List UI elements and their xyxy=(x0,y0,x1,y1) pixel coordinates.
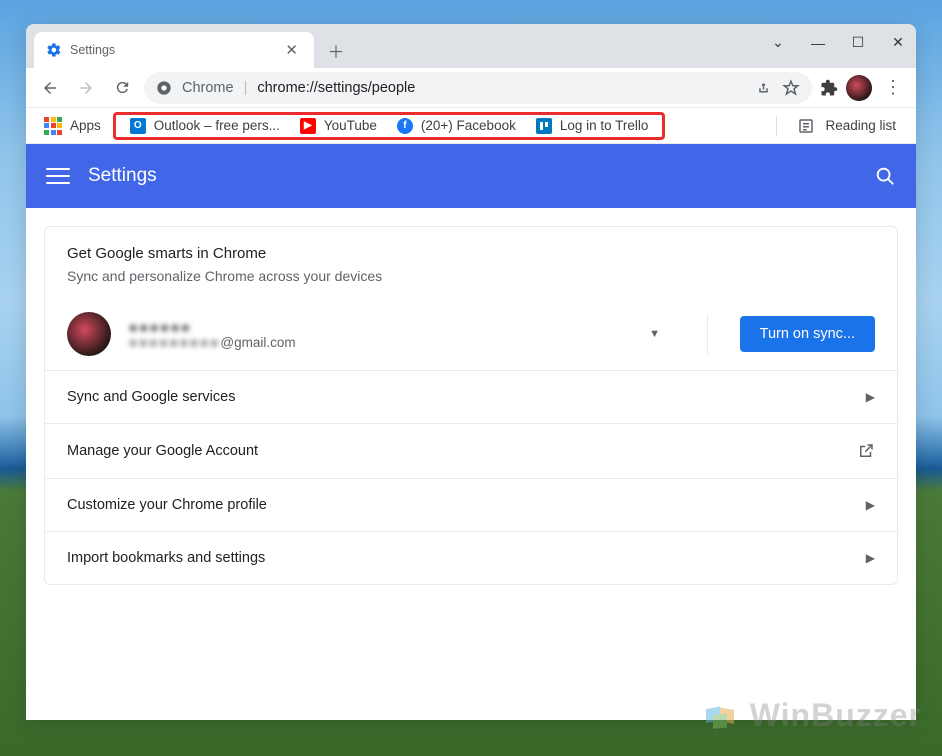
row-customize-profile[interactable]: Customize your Chrome profile ▶ xyxy=(45,479,897,532)
facebook-icon: f xyxy=(397,118,413,134)
reading-list-icon xyxy=(797,117,815,135)
bookmarks-highlight-box: O Outlook – free pers... ▶ YouTube f (20… xyxy=(113,112,666,140)
gear-icon xyxy=(46,42,62,58)
bookmark-facebook[interactable]: f (20+) Facebook xyxy=(387,116,526,136)
search-button[interactable] xyxy=(874,165,896,187)
avatar xyxy=(67,312,111,356)
share-icon[interactable] xyxy=(754,79,772,97)
browser-toolbar: Chrome | chrome://settings/people ⋮ xyxy=(26,68,916,108)
outlook-icon: O xyxy=(130,118,146,134)
apps-button[interactable]: Apps xyxy=(36,113,109,139)
minimize-button[interactable]: ― xyxy=(810,35,826,51)
watermark: WinBuzzer xyxy=(700,694,922,736)
bookmark-outlook[interactable]: O Outlook – free pers... xyxy=(120,116,290,136)
apps-icon xyxy=(44,117,62,135)
chevron-right-icon: ▶ xyxy=(866,390,875,404)
address-bar[interactable]: Chrome | chrome://settings/people xyxy=(144,72,812,104)
back-button[interactable] xyxy=(36,74,64,102)
card-heading: Get Google smarts in Chrome xyxy=(67,245,875,262)
external-link-icon xyxy=(857,442,875,460)
trello-icon xyxy=(536,118,552,134)
chevron-down-icon[interactable]: ⌄ xyxy=(770,34,786,51)
bookmark-trello[interactable]: Log in to Trello xyxy=(526,116,659,136)
maximize-button[interactable]: ☐ xyxy=(850,34,866,51)
profile-avatar-button[interactable] xyxy=(846,75,872,101)
row-import-bookmarks[interactable]: Import bookmarks and settings ▶ xyxy=(45,532,897,584)
url-app-label: Chrome xyxy=(182,80,234,96)
row-manage-account[interactable]: Manage your Google Account xyxy=(45,424,897,479)
reload-button[interactable] xyxy=(108,74,136,102)
chevron-right-icon: ▶ xyxy=(866,551,875,565)
bookmark-youtube[interactable]: ▶ YouTube xyxy=(290,116,387,136)
row-sync-services[interactable]: Sync and Google services ▶ xyxy=(45,371,897,424)
window-controls: ⌄ ― ☐ ✕ xyxy=(770,34,906,51)
tab-title: Settings xyxy=(70,43,273,57)
page-title: Settings xyxy=(88,165,157,187)
tab-settings[interactable]: Settings ✕ xyxy=(34,32,314,68)
menu-button[interactable]: ⋮ xyxy=(880,77,906,98)
close-window-button[interactable]: ✕ xyxy=(890,34,906,51)
bookmarks-bar: Apps O Outlook – free pers... ▶ YouTube … xyxy=(26,108,916,144)
settings-content[interactable]: Get Google smarts in Chrome Sync and per… xyxy=(26,208,916,720)
forward-button[interactable] xyxy=(72,74,100,102)
account-name: ●●●●●● xyxy=(129,319,617,335)
close-tab-button[interactable]: ✕ xyxy=(281,39,302,61)
turn-on-sync-button[interactable]: Turn on sync... xyxy=(740,316,875,352)
star-icon[interactable] xyxy=(782,79,800,97)
youtube-icon: ▶ xyxy=(300,118,316,134)
card-subheading: Sync and personalize Chrome across your … xyxy=(67,268,875,284)
url-path: chrome://settings/people xyxy=(257,80,415,96)
settings-appbar: Settings xyxy=(26,144,916,208)
reading-list-button[interactable]: Reading list xyxy=(787,115,906,137)
browser-window: Settings ✕ ＋ ⌄ ― ☐ ✕ Chrome | chrome://s… xyxy=(26,24,916,720)
account-dropdown[interactable]: ▼ xyxy=(635,328,675,340)
hamburger-menu-button[interactable] xyxy=(46,163,70,189)
account-email: ●●●●●●●●●@gmail.com xyxy=(129,335,617,350)
tab-strip: Settings ✕ ＋ ⌄ ― ☐ ✕ xyxy=(26,24,916,68)
chevron-right-icon: ▶ xyxy=(866,498,875,512)
chrome-icon xyxy=(156,80,172,96)
new-tab-button[interactable]: ＋ xyxy=(322,36,350,64)
extensions-icon[interactable] xyxy=(820,79,838,97)
account-row: ●●●●●● ●●●●●●●●●@gmail.com ▼ Turn on syn… xyxy=(45,298,897,371)
sync-card: Get Google smarts in Chrome Sync and per… xyxy=(44,226,898,585)
winbuzzer-logo-icon xyxy=(700,694,742,736)
